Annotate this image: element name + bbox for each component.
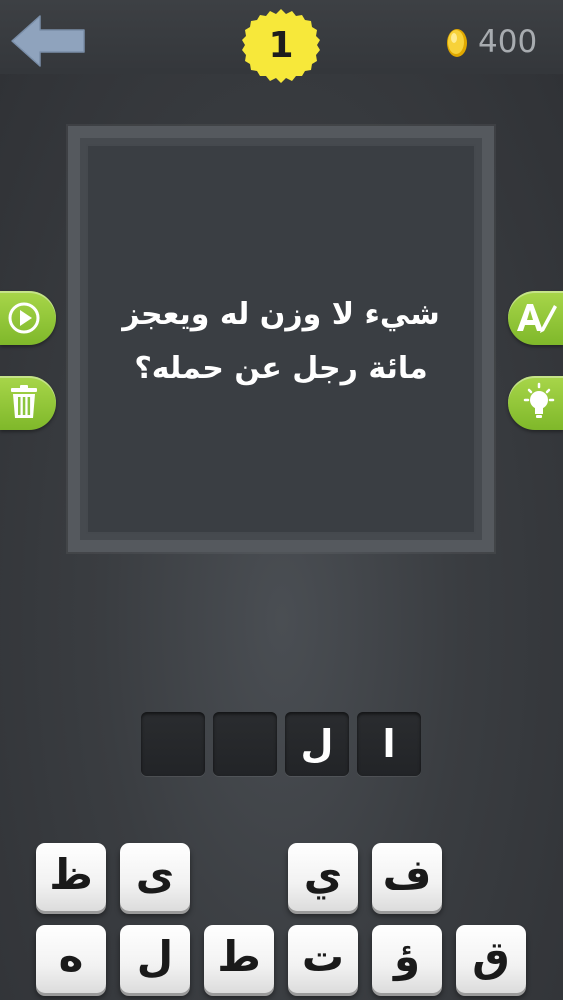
letter-tile-label: ف: [382, 850, 432, 899]
letter-tile-label: ظ: [49, 850, 93, 899]
answer-slot-1[interactable]: ا: [357, 712, 421, 776]
answer-slot-letter: ا: [382, 722, 396, 766]
back-button[interactable]: [10, 14, 86, 68]
play-icon: [8, 302, 40, 334]
letter-tile[interactable]: ق: [456, 925, 526, 993]
letter-tile[interactable]: ط: [204, 925, 274, 993]
answer-slot-letter: [213, 712, 277, 776]
letter-tile[interactable]: ي: [288, 843, 358, 911]
trash-icon: [11, 385, 37, 418]
letter-tile-label: ت: [301, 932, 345, 981]
level-badge: 1: [241, 6, 321, 86]
letter-tile-label: ي: [303, 850, 343, 899]
coin-icon: [446, 28, 468, 58]
letter-tile-label: ؤ: [393, 932, 421, 981]
hint-button[interactable]: [508, 376, 563, 430]
letter-tile-label: ى: [135, 850, 175, 899]
coin-count: 400: [478, 24, 538, 60]
letter-tile[interactable]: ظ: [36, 843, 106, 911]
letter-tile[interactable]: ه: [36, 925, 106, 993]
question-line-2: مائة رجل عن حمله؟: [134, 351, 428, 386]
letter-a-pen-icon: [517, 304, 557, 333]
answer-slot-2[interactable]: ل: [285, 712, 349, 776]
answer-slot-letter: ل: [300, 722, 334, 766]
letter-tile[interactable]: ل: [120, 925, 190, 993]
play-video-button[interactable]: [0, 291, 56, 345]
letter-tile-label: ق: [472, 932, 510, 981]
answer-slot-letter: [141, 712, 205, 776]
back-arrow-icon: [11, 15, 85, 67]
answer-slot-4[interactable]: [141, 712, 205, 776]
lightbulb-icon: [523, 382, 555, 418]
letter-tile[interactable]: ف: [372, 843, 442, 911]
question-frame: شيء لا وزن له ويعجز مائة رجل عن حمله؟: [68, 126, 494, 552]
letter-tile-label: ه: [58, 932, 84, 981]
letter-tile[interactable]: ت: [288, 925, 358, 993]
letter-tile[interactable]: ى: [120, 843, 190, 911]
question-text: شيء لا وزن له ويعجز مائة رجل عن حمله؟: [100, 288, 462, 396]
question-line-1: شيء لا وزن له ويعجز: [122, 297, 440, 332]
remove-letters-button[interactable]: [0, 376, 56, 430]
letter-tile-label: ل: [136, 932, 174, 981]
reveal-letter-button[interactable]: [508, 291, 563, 345]
answer-slot-3[interactable]: [213, 712, 277, 776]
letter-tile-label: ط: [217, 932, 261, 981]
level-number: 1: [268, 25, 294, 66]
letter-tile[interactable]: ؤ: [372, 925, 442, 993]
